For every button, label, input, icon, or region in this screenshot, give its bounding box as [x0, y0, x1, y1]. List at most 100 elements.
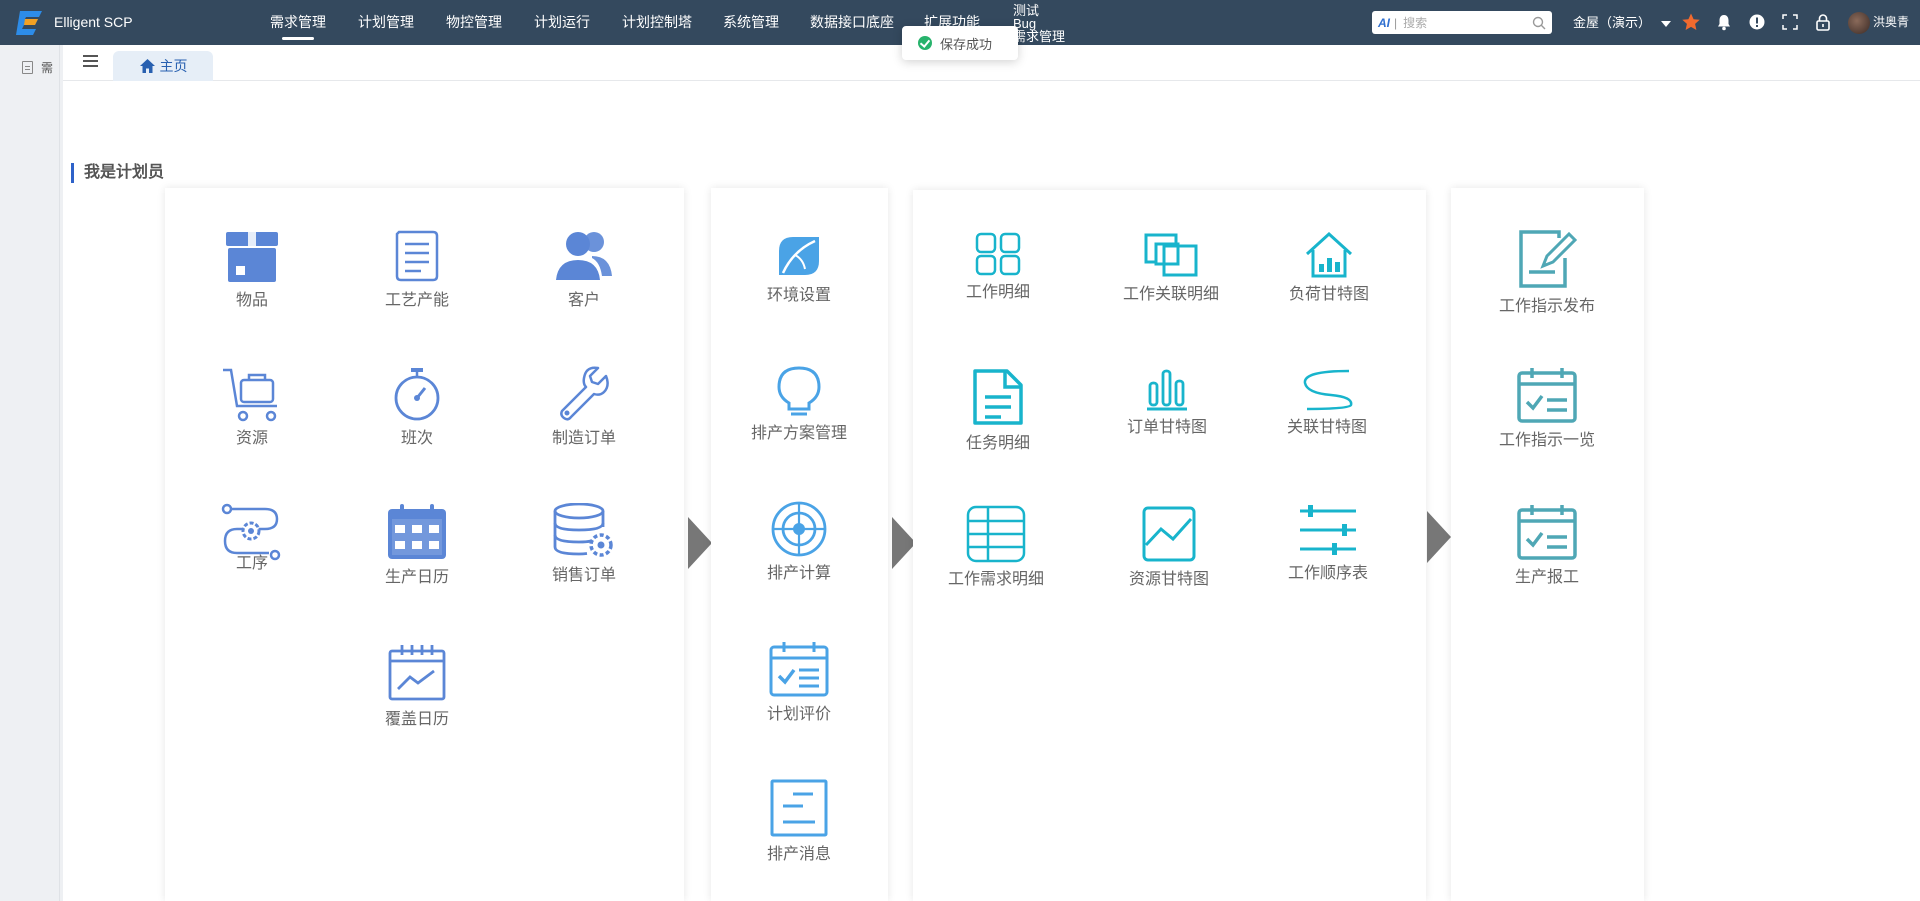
lightbulb-icon — [777, 366, 821, 416]
nav-item-material-control[interactable]: 物控管理 — [446, 0, 502, 45]
tab-home[interactable]: 主页 — [113, 51, 213, 81]
nav-item-stack[interactable]: 测试 Bug 需求管理 — [1013, 4, 1065, 43]
brand[interactable]: Elligent SCP — [16, 8, 133, 36]
section-title: 我是计划员 — [71, 163, 164, 183]
tile-label: 物品 — [235, 292, 268, 309]
company-selector[interactable]: 金屋（演示） — [1573, 0, 1672, 45]
tile-label: 生产报工 — [1514, 569, 1579, 586]
nav-item-demand-management[interactable]: 需求管理 — [270, 0, 326, 45]
tile-scheduling-calculation[interactable]: 排产计算 — [729, 501, 869, 583]
tile-label: 资源甘特图 — [1128, 571, 1209, 588]
tile-label: 排产方案管理 — [750, 425, 847, 442]
tile-task-details[interactable]: 任务明细 — [928, 367, 1068, 453]
tile-label: 负荷甘特图 — [1288, 286, 1369, 303]
calendar-check-icon — [769, 642, 829, 697]
leaf-icon — [779, 237, 819, 275]
search-box[interactable]: AI | — [1372, 11, 1552, 34]
tile-plan-evaluation[interactable]: 计划评价 — [729, 640, 869, 724]
database-gear-icon — [553, 503, 613, 557]
tile-label: 工作顺序表 — [1287, 565, 1368, 582]
tile-sales-order[interactable]: 销售订单 — [514, 503, 654, 585]
search-icon[interactable] — [1532, 16, 1546, 30]
flow-arrow-icon — [688, 517, 712, 569]
tile-work-details[interactable]: 工作明细 — [928, 232, 1068, 302]
tile-label: 计划评价 — [766, 706, 831, 723]
tile-operation[interactable]: 工序 — [182, 503, 322, 573]
tile-work-sequence[interactable]: 工作顺序表 — [1258, 503, 1398, 583]
main-content: 主页 我是计划员 物品 工艺产能 客户 资源 班次 制造订单 工序 生产日历 销… — [63, 45, 1920, 901]
edit-document-icon — [1519, 230, 1577, 288]
nav-item-plan-management[interactable]: 计划管理 — [358, 0, 414, 45]
tile-order-gantt[interactable]: 订单甘特图 — [1097, 367, 1237, 437]
panel-results: 工作明细 工作关联明细 负荷甘特图 任务明细 订单甘特图 关联甘特图 工作需求明… — [913, 190, 1426, 901]
tile-label: 关联甘特图 — [1286, 419, 1367, 436]
tile-label: 排产计算 — [766, 565, 831, 582]
fullscreen-icon[interactable] — [1780, 12, 1800, 32]
avatar[interactable] — [1848, 12, 1870, 34]
home-icon — [139, 59, 155, 73]
alert-icon[interactable] — [1747, 12, 1767, 32]
nav-item-control-tower[interactable]: 计划控制塔 — [622, 0, 692, 45]
tile-scheme-management[interactable]: 排产方案管理 — [729, 365, 869, 443]
success-toast: 保存成功 — [902, 26, 1018, 60]
tile-label: 工作明细 — [965, 284, 1030, 301]
document-icon — [22, 61, 33, 74]
tile-process-capacity[interactable]: 工艺产能 — [347, 228, 487, 310]
nav-item-plan-run[interactable]: 计划运行 — [534, 0, 590, 45]
ai-icon[interactable]: AI — [1378, 16, 1390, 30]
tile-work-relation-details[interactable]: 工作关联明细 — [1101, 232, 1241, 304]
company-label: 金屋（演示） — [1573, 15, 1652, 30]
document-icon — [395, 230, 439, 282]
tile-customer[interactable]: 客户 — [514, 228, 654, 310]
sidebar-item-label: 需 — [41, 61, 54, 75]
user-name[interactable]: 洪奥青 — [1873, 0, 1909, 45]
tile-work-instruction-list[interactable]: 工作指示一览 — [1477, 366, 1617, 450]
tile-label: 工作关联明细 — [1122, 286, 1219, 303]
nav-item-data-interface[interactable]: 数据接口底座 — [810, 0, 894, 45]
tile-work-demand-details[interactable]: 工作需求明细 — [926, 505, 1066, 589]
bell-icon[interactable] — [1714, 12, 1734, 32]
nav-item-system-management[interactable]: 系统管理 — [723, 0, 779, 45]
search-input[interactable] — [1403, 15, 1532, 30]
tile-label: 工作指示发布 — [1498, 298, 1595, 315]
lock-icon[interactable] — [1813, 12, 1833, 32]
calendar-check-icon — [1517, 505, 1577, 560]
table-icon — [966, 505, 1026, 563]
tile-label: 工作指示一览 — [1498, 432, 1595, 449]
sidebar-item-demand[interactable]: 需 — [22, 59, 53, 76]
tile-manufacturing-order[interactable]: 制造订单 — [514, 366, 654, 448]
star-icon[interactable] — [1681, 12, 1701, 32]
linked-windows-icon — [1144, 233, 1198, 277]
tile-coverage-calendar[interactable]: 覆盖日历 — [347, 643, 487, 729]
tile-item[interactable]: 物品 — [182, 228, 322, 310]
calendar-icon — [388, 504, 446, 559]
tile-resource[interactable]: 资源 — [182, 366, 322, 448]
tile-shift[interactable]: 班次 — [347, 366, 487, 448]
tile-scheduling-messages[interactable]: 排产消息 — [729, 778, 869, 864]
tile-load-gantt[interactable]: 负荷甘特图 — [1259, 232, 1399, 304]
tile-label: 排产消息 — [766, 846, 831, 863]
tile-production-calendar[interactable]: 生产日历 — [347, 503, 487, 587]
menu-toggle-icon[interactable] — [83, 55, 98, 68]
message-icon — [770, 779, 828, 837]
line-chart-icon — [1142, 506, 1196, 562]
tile-environment-settings[interactable]: 环境设置 — [729, 233, 869, 305]
nav-item-demand[interactable]: 需求管理 — [1013, 30, 1065, 43]
tile-resource-gantt[interactable]: 资源甘特图 — [1099, 505, 1239, 589]
check-circle-icon — [918, 36, 932, 50]
tile-label: 任务明细 — [965, 435, 1030, 452]
tile-label: 销售订单 — [551, 567, 616, 584]
tile-label: 资源 — [235, 430, 268, 447]
tile-work-instruction-release[interactable]: 工作指示发布 — [1477, 228, 1617, 316]
package-icon — [226, 232, 278, 282]
panel-execution: 工作指示发布 工作指示一览 生产报工 — [1451, 188, 1644, 901]
app-name: Elligent SCP — [54, 14, 133, 30]
tile-label: 制造订单 — [551, 430, 616, 447]
tile-production-report[interactable]: 生产报工 — [1477, 503, 1617, 587]
file-text-icon — [973, 369, 1023, 425]
search-separator: | — [1394, 15, 1398, 30]
tile-label: 订单甘特图 — [1126, 419, 1207, 436]
calendar-chart-icon — [388, 645, 446, 701]
tile-relation-gantt[interactable]: 关联甘特图 — [1257, 367, 1397, 437]
stopwatch-icon — [394, 368, 440, 421]
